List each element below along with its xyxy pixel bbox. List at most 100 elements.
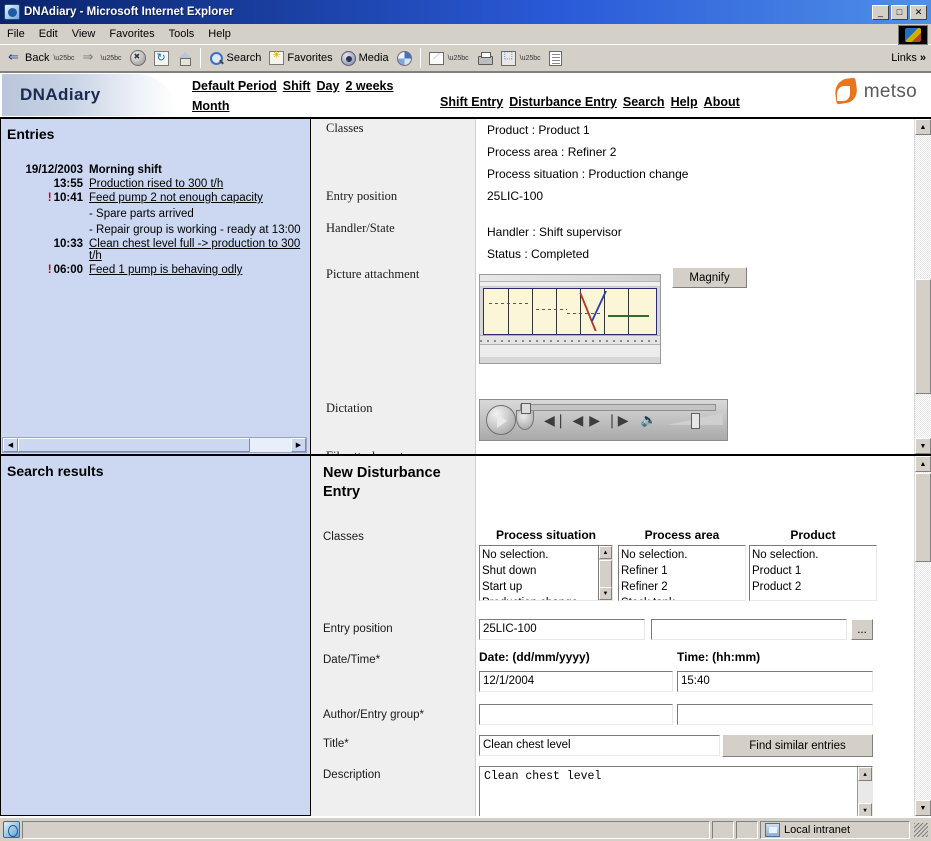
chevron-down-icon[interactable]: \u25bc	[448, 55, 469, 62]
nav-day[interactable]: Day	[317, 79, 340, 93]
prev-track-icon[interactable]: ◀❘	[544, 413, 567, 427]
picture-attachment-thumbnail[interactable]	[479, 274, 661, 364]
entry-link-wrap[interactable]: Production rised to 300 t/h	[89, 178, 310, 190]
find-similar-entries-button[interactable]: Find similar entries	[722, 734, 873, 757]
entry-position-second-input[interactable]	[651, 619, 847, 640]
listbox-option[interactable]: Refiner 1	[621, 563, 745, 579]
seek-bar[interactable]	[520, 403, 716, 414]
media-button[interactable]: Media	[337, 47, 393, 69]
refresh-button[interactable]	[150, 47, 173, 69]
menu-view[interactable]: View	[65, 26, 103, 42]
entry-position-input[interactable]: 25LIC-100	[479, 619, 645, 640]
time-input[interactable]: 15:40	[677, 671, 873, 692]
forward-icon[interactable]: ▶	[589, 413, 600, 427]
nav-search[interactable]: Search	[623, 95, 665, 109]
form-vertical-scrollbar[interactable]: ▲ ▼	[914, 456, 931, 816]
history-button[interactable]	[393, 47, 416, 69]
scroll-up-icon[interactable]: ▲	[858, 767, 872, 781]
mail-button[interactable]: \u25bc	[425, 47, 473, 69]
listbox-option[interactable]: Start up	[482, 579, 612, 595]
nav-disturbance-entry[interactable]: Disturbance Entry	[509, 95, 617, 109]
entry-link[interactable]: Feed pump 2 not enough capacity	[89, 192, 263, 204]
scroll-up-icon[interactable]: ▲	[599, 546, 612, 559]
list-item[interactable]: 13:55 Production rised to 300 t/h	[1, 178, 310, 190]
nav-default-period[interactable]: Default Period	[192, 79, 277, 93]
list-item[interactable]: 10:33 Clean chest level full -> producti…	[1, 238, 310, 262]
entry-link[interactable]: Clean chest level full -> production to …	[89, 238, 300, 262]
menu-help[interactable]: Help	[201, 26, 238, 42]
home-button[interactable]	[173, 47, 196, 69]
nav-shift-entry[interactable]: Shift Entry	[440, 95, 503, 109]
volume-slider-handle[interactable]	[690, 413, 700, 429]
product-listbox[interactable]: No selection. Product 1 Product 2	[749, 545, 877, 601]
process-area-listbox[interactable]: No selection. Refiner 1 Refiner 2 Stock …	[618, 545, 746, 601]
print-button[interactable]	[473, 47, 497, 69]
description-scrollbar[interactable]: ▲ ▼	[857, 767, 872, 816]
entry-link[interactable]: Feed 1 pump is behaving odly	[89, 264, 242, 276]
entry-link-wrap[interactable]: Clean chest level full -> production to …	[89, 238, 310, 262]
scroll-down-icon[interactable]: ▼	[858, 803, 872, 816]
stop-button[interactable]	[126, 47, 150, 69]
scroll-down-icon[interactable]: ▼	[915, 800, 931, 816]
entry-link-wrap[interactable]: Feed 1 pump is behaving odly	[89, 264, 310, 276]
menu-file[interactable]: File	[0, 26, 32, 42]
nav-about[interactable]: About	[704, 95, 740, 109]
scroll-down-icon[interactable]: ▼	[599, 587, 612, 600]
nav-2weeks[interactable]: 2 weeks	[345, 79, 393, 93]
list-item[interactable]: ! 06:00 Feed 1 pump is behaving odly	[1, 264, 310, 276]
search-button[interactable]: Search	[205, 47, 266, 69]
chevron-down-icon[interactable]: \u25bc	[520, 55, 541, 62]
back-button[interactable]: Back \u25bc	[4, 47, 79, 69]
close-button[interactable]: ✕	[910, 4, 927, 20]
mute-icon[interactable]: 🔈	[641, 412, 657, 428]
entries-horizontal-scrollbar[interactable]: ◀ ▶	[2, 437, 307, 453]
list-item[interactable]: ! 10:41 Feed pump 2 not enough capacity	[1, 192, 310, 204]
listbox-scrollbar[interactable]: ▲ ▼	[598, 546, 612, 600]
nav-month[interactable]: Month	[192, 99, 229, 113]
listbox-option[interactable]: No selection.	[752, 547, 876, 563]
title-input[interactable]: Clean chest level	[479, 735, 720, 756]
discuss-button[interactable]	[545, 47, 566, 69]
listbox-option[interactable]: Refiner 2	[621, 579, 745, 595]
scroll-up-icon[interactable]: ▲	[915, 456, 931, 472]
description-textarea[interactable]: Clean chest level ▲ ▼	[479, 766, 873, 816]
volume-slider[interactable]	[667, 413, 721, 429]
listbox-option[interactable]: Product 1	[752, 563, 876, 579]
transport-controls[interactable]: ◀❘ ◀ ▶ ❘▶	[544, 413, 629, 427]
magnify-button[interactable]: Magnify	[672, 267, 747, 288]
play-icon[interactable]	[486, 405, 516, 435]
dictation-player[interactable]: ◀❘ ◀ ▶ ❘▶ 🔈	[479, 399, 728, 441]
menu-favorites[interactable]: Favorites	[102, 26, 161, 42]
menu-edit[interactable]: Edit	[32, 26, 65, 42]
links-bar[interactable]: Links »	[891, 52, 931, 64]
author-input[interactable]	[479, 704, 673, 725]
listbox-option[interactable]: No selection.	[621, 547, 745, 563]
maximize-button[interactable]: □	[891, 4, 908, 20]
scroll-left-icon[interactable]: ◀	[3, 438, 18, 452]
listbox-option[interactable]: Production change	[482, 595, 612, 600]
scroll-down-icon[interactable]: ▼	[915, 438, 931, 454]
nav-help[interactable]: Help	[671, 95, 698, 109]
menu-tools[interactable]: Tools	[162, 26, 202, 42]
browse-button[interactable]: ...	[851, 619, 873, 640]
chevron-double-right-icon[interactable]: »	[920, 52, 926, 64]
scroll-thumb[interactable]	[915, 473, 931, 562]
entry-link[interactable]: Production rised to 300 t/h	[89, 178, 223, 190]
scroll-thumb[interactable]	[915, 279, 931, 394]
entry-group-input[interactable]	[677, 704, 873, 725]
scroll-track[interactable]	[18, 438, 291, 452]
listbox-option[interactable]: No selection.	[482, 547, 612, 563]
forward-button[interactable]: \u25bc	[79, 47, 126, 69]
favorites-button[interactable]: Favorites	[265, 47, 336, 69]
detail-vertical-scrollbar[interactable]: ▲ ▼	[914, 119, 931, 454]
scroll-right-icon[interactable]: ▶	[291, 438, 306, 452]
minimize-button[interactable]: _	[872, 4, 889, 20]
listbox-option[interactable]: Stock tank	[621, 595, 745, 600]
security-zone[interactable]: Local intranet	[760, 820, 910, 839]
resize-grip[interactable]	[914, 822, 928, 837]
chevron-down-icon[interactable]: \u25bc	[53, 55, 74, 62]
edit-button[interactable]: \u25bc	[497, 47, 545, 69]
seek-handle[interactable]	[521, 403, 531, 414]
date-input[interactable]: 12/1/2004	[479, 671, 673, 692]
next-track-icon[interactable]: ❘▶	[606, 413, 629, 427]
